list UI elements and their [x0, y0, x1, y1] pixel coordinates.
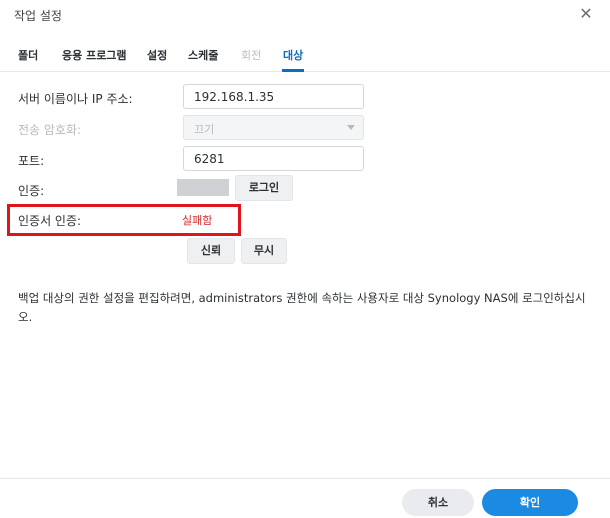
- close-icon[interactable]: ✕: [576, 4, 596, 24]
- port-input[interactable]: [183, 146, 364, 171]
- auth-label: 인증:: [18, 184, 45, 198]
- trust-button[interactable]: 신뢰: [187, 238, 235, 264]
- tab-schedule[interactable]: 스케줄: [188, 47, 218, 63]
- info-note: 백업 대상의 권한 설정을 편집하려면, administrators 권한에 …: [18, 291, 586, 324]
- ok-button[interactable]: 확인: [482, 489, 578, 516]
- active-tab-indicator: [282, 69, 304, 72]
- tab-rotation: 회전: [241, 49, 262, 62]
- tab-target[interactable]: 대상: [283, 47, 303, 63]
- port-label: 포트:: [18, 154, 45, 168]
- tab-bar: 폴더 응용 프로그램 설정 스케줄 회전 대상: [0, 40, 610, 72]
- encryption-select: 끄기: [183, 115, 364, 140]
- server-label: 서버 이름이나 IP 주소:: [18, 92, 133, 106]
- cert-status-failed: 실패함: [182, 214, 213, 227]
- login-button[interactable]: 로그인: [235, 175, 293, 201]
- dialog-titlebar: 작업 설정 ✕: [0, 0, 610, 30]
- tab-applications[interactable]: 응용 프로그램: [62, 47, 127, 63]
- cancel-button[interactable]: 취소: [402, 489, 474, 516]
- tab-folder[interactable]: 폴더: [18, 47, 38, 63]
- chevron-down-icon: [347, 125, 355, 130]
- server-address-input[interactable]: [183, 84, 364, 109]
- ignore-button[interactable]: 무시: [241, 238, 287, 264]
- cert-label: 인증서 인증:: [18, 214, 82, 228]
- encryption-label: 전송 암호화:: [18, 123, 82, 137]
- encryption-value: 끄기: [194, 123, 215, 136]
- dialog-title: 작업 설정: [14, 9, 62, 23]
- auth-redacted-box: [177, 179, 229, 196]
- tab-settings[interactable]: 설정: [147, 47, 167, 63]
